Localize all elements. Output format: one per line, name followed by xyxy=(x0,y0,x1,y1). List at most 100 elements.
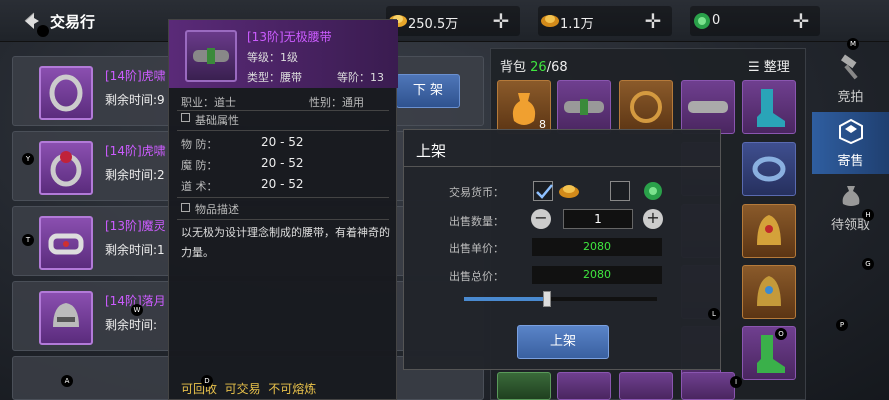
stat-label: 道 术： xyxy=(181,180,218,193)
debug-dot: Y xyxy=(22,153,34,165)
divider xyxy=(177,110,389,111)
tooltip-description: 以无极为设计理念制成的腰带，有着神奇的力量。 xyxy=(181,226,390,259)
item-time: 剩余时间: xyxy=(105,318,158,332)
bag-slot[interactable] xyxy=(742,80,796,134)
bag-slot[interactable] xyxy=(742,326,796,380)
quantity-input[interactable]: 1 xyxy=(563,209,633,229)
divider xyxy=(177,219,389,220)
item-name: [13阶]魔灵 xyxy=(105,219,166,233)
divider xyxy=(177,130,389,131)
grid-icon xyxy=(181,203,190,212)
divider xyxy=(177,197,389,198)
stat-label: 物 防： xyxy=(181,138,218,151)
increase-button[interactable]: + xyxy=(643,209,663,229)
unit-price-label: 出售单价： xyxy=(449,242,504,255)
jade-coin-icon xyxy=(692,11,712,31)
tab-pending[interactable]: 待领取 xyxy=(812,176,889,238)
debug-dot: I xyxy=(730,376,742,388)
debug-dot: T xyxy=(22,234,34,246)
bag-slot[interactable] xyxy=(742,204,796,258)
currency-jade-checkbox[interactable] xyxy=(610,181,630,201)
decrease-button[interactable]: − xyxy=(531,209,551,229)
bag-slot[interactable] xyxy=(557,80,611,134)
item-name: [14阶]虎啸 xyxy=(105,144,166,158)
divider xyxy=(404,166,720,167)
helmet-icon xyxy=(39,291,93,345)
bag-used: 26 xyxy=(530,60,547,75)
tab-auction-label: 竞拍 xyxy=(837,90,864,105)
chest-icon xyxy=(838,118,864,145)
currency-gold-ingot: 250.5万 ✛ xyxy=(386,6,520,36)
add-gold-coin-button[interactable]: ✛ xyxy=(642,10,664,32)
sort-button[interactable]: ☰ 整理 xyxy=(748,56,790,75)
gold-coin-value: 1.1万 xyxy=(560,17,594,32)
delist-button[interactable]: 下 架 xyxy=(396,74,460,108)
bag-slot[interactable] xyxy=(619,80,673,134)
bag-slot[interactable] xyxy=(557,372,611,400)
hammer-icon xyxy=(838,54,864,80)
quantity-slider-fill xyxy=(464,297,547,301)
gold-ingot-value: 250.5万 xyxy=(408,17,459,32)
gold-coin-icon xyxy=(558,180,580,200)
tooltip-grade: 等阶：13 xyxy=(337,71,384,84)
delist-button-label: 下 架 xyxy=(412,83,444,98)
confirm-list-button[interactable]: 上架 xyxy=(517,325,609,359)
stat-label: 魔 防： xyxy=(181,159,218,172)
quantity-slider-thumb[interactable] xyxy=(542,291,551,307)
bag-slot[interactable]: 8 xyxy=(497,80,551,134)
sort-label: 整理 xyxy=(763,60,790,75)
quantity-label: 出售数量： xyxy=(449,215,504,228)
debug-dot: H xyxy=(862,209,874,221)
bag-slot[interactable] xyxy=(681,80,735,134)
bag-slot[interactable] xyxy=(619,372,673,400)
currency-label: 交易货币： xyxy=(449,186,504,199)
currency-gold-checkbox[interactable] xyxy=(533,181,553,201)
base-attr-header: 基础属性 xyxy=(195,114,239,127)
bag-slot[interactable] xyxy=(681,372,735,400)
bag-slot[interactable] xyxy=(497,372,551,400)
sort-icon: ☰ xyxy=(748,60,760,75)
item-time: 剩余时间:1 xyxy=(105,243,165,257)
quantity-slider-track[interactable] xyxy=(464,291,657,307)
item-time: 剩余时间:9 xyxy=(105,93,165,107)
debug-dot: W xyxy=(131,304,143,316)
belt-icon xyxy=(185,30,237,82)
confirm-list-label: 上架 xyxy=(549,334,576,349)
desc-header: 物品描述 xyxy=(195,203,239,216)
debug-dot: A xyxy=(61,375,73,387)
grid-icon xyxy=(181,113,190,122)
debug-dot: G xyxy=(862,258,874,270)
tooltip-level: 等级：1级 xyxy=(247,51,298,64)
jade-coin-icon xyxy=(642,180,664,202)
tab-consign[interactable]: 寄售 xyxy=(812,112,889,174)
stat-value: 20 - 52 xyxy=(261,177,304,191)
bag-slot[interactable] xyxy=(742,265,796,319)
gold-coin-icon xyxy=(540,11,560,29)
debug-dot: M xyxy=(847,38,859,50)
tab-auction[interactable]: 竞拍 xyxy=(812,48,889,110)
moneybag-icon xyxy=(838,182,864,208)
tooltip-job: 职业：道士 xyxy=(181,96,236,109)
tab-consign-label: 寄售 xyxy=(837,154,864,169)
debug-dot: O xyxy=(775,328,787,340)
tooltip-gender: 性别：通用 xyxy=(309,96,364,109)
item-name: [14阶]虎啸 xyxy=(105,69,166,83)
tooltip-type: 类型：腰带 xyxy=(247,71,302,84)
add-jade-coin-button[interactable]: ✛ xyxy=(790,10,812,32)
total-price-label: 出售总价： xyxy=(449,270,504,283)
total-price-value: 2080 xyxy=(532,266,662,284)
item-tooltip: [13阶]无极腰带 等级：1级 类型：腰带 等阶：13 职业：道士 性别：通用 … xyxy=(168,19,398,400)
bag-slot[interactable] xyxy=(742,142,796,196)
stat-value: 20 - 52 xyxy=(261,156,304,170)
list-dialog: 上架 交易货币： 出售数量： − 1 + 出售单价： 2080 出售总价： 20… xyxy=(403,129,721,370)
item-time: 剩余时间:2 xyxy=(105,168,165,182)
ring-icon xyxy=(39,141,93,195)
currency-jade: 0 ✛ xyxy=(690,6,820,36)
bag-title: 背包 xyxy=(500,60,527,75)
add-gold-ingot-button[interactable]: ✛ xyxy=(490,10,512,32)
tooltip-item-name: [13阶]无极腰带 xyxy=(247,30,332,44)
stat-value: 20 - 52 xyxy=(261,135,304,149)
bracelet-icon xyxy=(39,216,93,270)
ring-icon xyxy=(39,66,93,120)
jade-coin-value: 0 xyxy=(712,13,721,28)
